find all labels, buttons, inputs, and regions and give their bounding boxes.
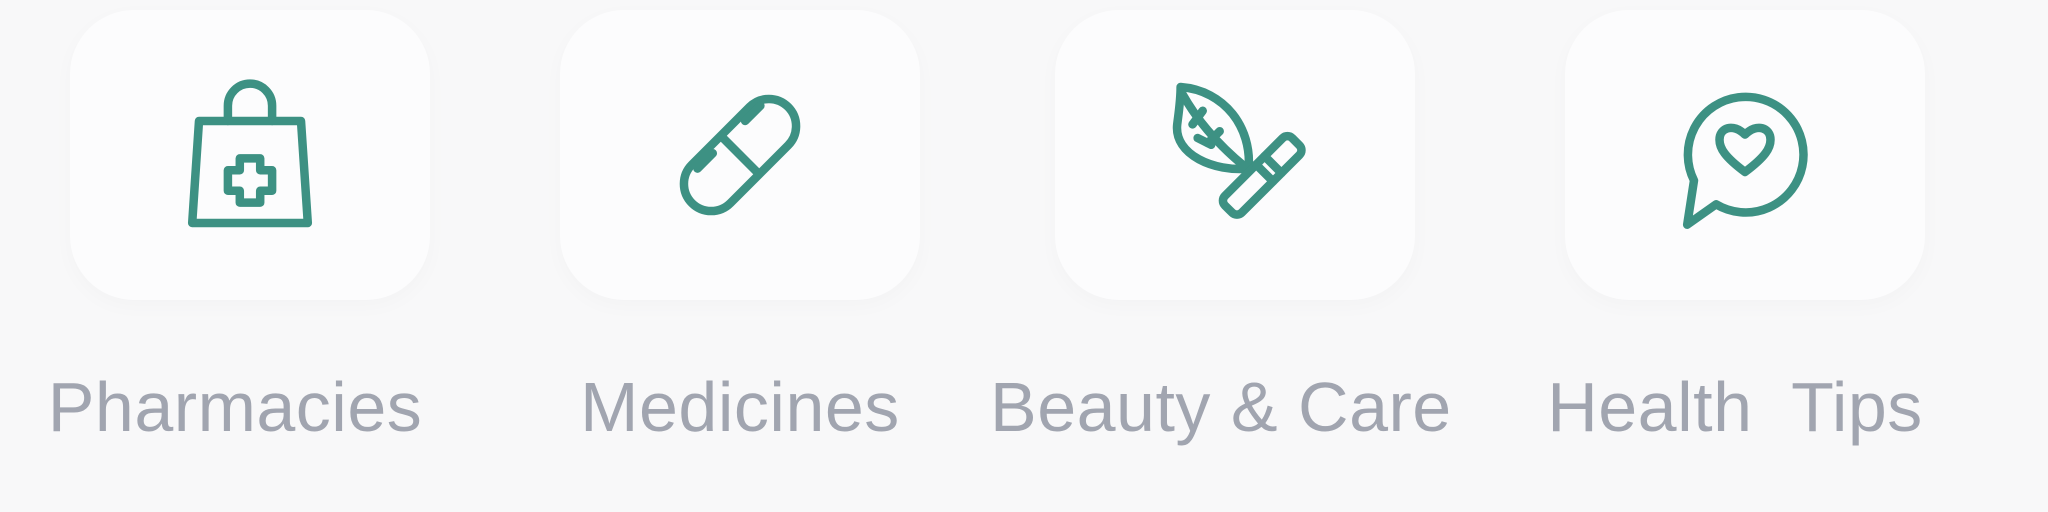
category-label[interactable]: Health Tips — [1505, 362, 1965, 452]
category-beauty-care[interactable]: Beauty & Care — [990, 0, 1451, 512]
category-tile-medicines[interactable] — [560, 10, 920, 300]
category-label[interactable]: Medicines — [510, 362, 970, 452]
leaf-cosmetic-tube-icon — [1172, 82, 1306, 219]
category-medicines[interactable]: Medicines — [510, 0, 970, 512]
chat-bubble-heart-icon — [1682, 92, 1808, 229]
category-tile-health-tips[interactable] — [1565, 10, 1925, 300]
category-row: Pharmacies Medicines Beauty & Care Healt… — [0, 0, 2048, 512]
category-label[interactable]: Pharmacies — [5, 362, 465, 452]
category-label[interactable]: Beauty & Care — [990, 362, 1451, 452]
category-health-tips[interactable]: Health Tips — [1505, 0, 1965, 512]
category-tile-pharmacies[interactable] — [70, 10, 430, 300]
category-tile-beauty-care[interactable] — [1055, 10, 1415, 300]
category-pharmacies[interactable]: Pharmacies — [5, 0, 465, 512]
pill-capsule-icon — [679, 94, 801, 216]
shopping-bag-medical-cross-icon — [187, 79, 313, 228]
